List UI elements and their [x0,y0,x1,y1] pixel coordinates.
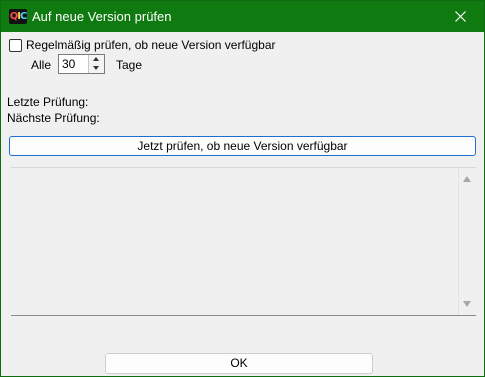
auto-check-checkbox[interactable] [9,39,22,52]
auto-check-label[interactable]: Regelmäßig prüfen, ob neue Version verfü… [26,38,276,52]
check-now-button[interactable]: Jetzt prüfen, ob neue Version verfügbar [9,136,476,156]
interval-days-stepper[interactable]: 30 [58,54,105,74]
update-check-dialog: QIC Auf neue Version prüfen Regelmäßig p… [0,0,485,377]
window-title: Auf neue Version prüfen [32,9,172,24]
close-icon [455,11,466,22]
interval-days-value[interactable]: 30 [62,57,75,71]
interval-prefix-label: Alle [31,58,52,72]
stepper-down-arrow-icon[interactable] [88,64,104,73]
interval-suffix-label: Tage [116,58,143,72]
ok-button[interactable]: OK [105,353,373,374]
next-check-label: Nächste Prüfung: [7,111,100,125]
app-icon: QIC [9,9,27,24]
scroll-up-arrow-icon[interactable] [463,176,471,182]
last-check-label: Letzte Prüfung: [7,95,89,109]
title-bar: QIC Auf neue Version prüfen [1,1,484,32]
result-text-area[interactable] [11,167,476,316]
scroll-down-arrow-icon[interactable] [463,301,471,307]
vertical-scrollbar[interactable] [458,168,476,315]
close-button[interactable] [438,1,484,32]
